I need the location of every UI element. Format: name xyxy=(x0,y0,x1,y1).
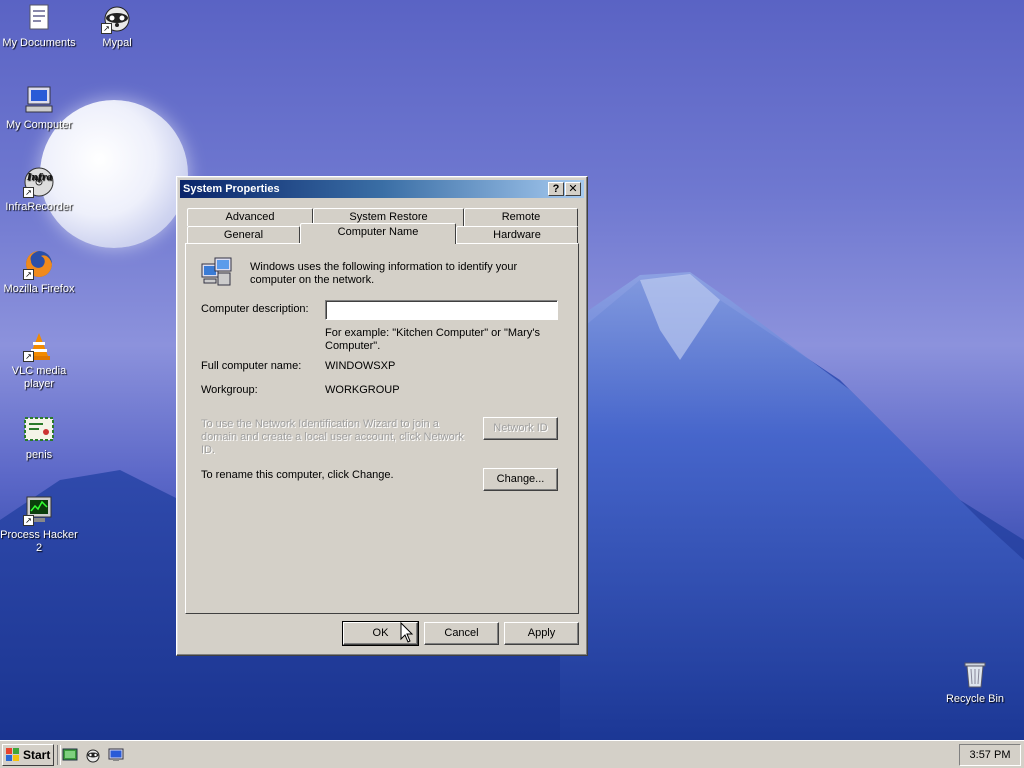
desktop-icon-my-computer[interactable]: My Computer xyxy=(0,84,78,132)
desktop-icon-recycle-bin[interactable]: Recycle Bin xyxy=(936,658,1014,706)
desktop-icon-label: VLC media player xyxy=(11,365,67,390)
shortcut-arrow-icon: ↗ xyxy=(23,351,34,362)
system-tray-clock[interactable]: 3:57 PM xyxy=(959,744,1021,766)
dialog-titlebar[interactable]: System Properties ? ✕ xyxy=(180,180,584,198)
full-name-label: Full computer name: xyxy=(201,360,302,372)
svg-text:Infra: Infra xyxy=(26,173,52,183)
desktop-icon-penis[interactable]: penis xyxy=(0,414,78,462)
shortcut-arrow-icon: ↗ xyxy=(101,23,112,34)
show-desktop-icon[interactable] xyxy=(62,747,78,763)
shortcut-arrow-icon: ↗ xyxy=(23,187,34,198)
my-documents-icon xyxy=(23,2,55,34)
tab-computer-name[interactable]: Computer Name xyxy=(300,223,456,244)
apply-button[interactable]: Apply xyxy=(504,622,579,645)
desktop-icon-mypal[interactable]: ↗ Mypal xyxy=(78,2,156,50)
mypal-icon[interactable] xyxy=(85,747,101,763)
shortcut-arrow-icon: ↗ xyxy=(23,515,34,526)
network-computers-icon xyxy=(200,256,234,288)
system-properties-dialog: System Properties ? ✕ Advanced System Re… xyxy=(176,176,588,656)
desktop-icon-process-hacker[interactable]: ↗ Process Hacker 2 xyxy=(0,494,78,555)
rename-text: To rename this computer, click Change. xyxy=(201,469,394,481)
desktop-icon-label: My Computer xyxy=(5,119,73,131)
windows-logo-icon xyxy=(6,748,19,761)
close-button[interactable]: ✕ xyxy=(565,182,581,196)
desktop-icon-label: Recycle Bin xyxy=(945,693,1005,705)
desktop-icon-label: Process Hacker 2 xyxy=(0,529,78,554)
start-label: Start xyxy=(23,748,51,762)
workgroup-label: Workgroup: xyxy=(201,384,258,396)
infrarecorder-icon: Infra ↗ xyxy=(23,166,55,198)
tab-advanced[interactable]: Advanced xyxy=(187,208,313,226)
desktop-icon-label: penis xyxy=(25,449,53,461)
vlc-icon: ↗ xyxy=(23,330,55,362)
full-name-value: WINDOWSXP xyxy=(325,360,396,372)
help-button[interactable]: ? xyxy=(548,182,564,196)
tab-remote[interactable]: Remote xyxy=(464,208,578,226)
certificate-file-icon xyxy=(23,414,55,446)
change-button[interactable]: Change... xyxy=(483,468,558,491)
network-id-text: To use the Network Identification Wizard… xyxy=(201,418,464,456)
taskbar: Start 3:57 PM xyxy=(0,740,1024,768)
desktop-icon-my-documents[interactable]: My Documents xyxy=(0,2,78,50)
start-button[interactable]: Start xyxy=(2,744,54,766)
workgroup-value: WORKGROUP xyxy=(325,384,400,396)
recycle-bin-icon xyxy=(959,658,991,690)
tab-general[interactable]: General xyxy=(187,226,300,244)
desktop-icon-label: My Documents xyxy=(2,37,76,49)
network-id-button[interactable]: Network ID xyxy=(483,417,558,440)
desktop-icon-label: InfraRecorder xyxy=(5,201,73,213)
mouse-cursor-icon xyxy=(400,622,414,643)
mypal-icon: ↗ xyxy=(101,2,133,34)
description-label: Computer description: xyxy=(201,303,309,315)
shortcut-arrow-icon: ↗ xyxy=(23,269,34,280)
dialog-title: System Properties xyxy=(183,183,280,195)
computer-description-field[interactable] xyxy=(325,300,558,320)
example-text: For example: "Kitchen Computer" or "Mary… xyxy=(325,327,540,352)
firefox-icon: ↗ xyxy=(23,248,55,280)
desktop-icon-vlc[interactable]: ↗ VLC media player xyxy=(0,330,78,391)
cancel-button[interactable]: Cancel xyxy=(424,622,499,645)
desktop-icon-infrarecorder[interactable]: Infra ↗ InfraRecorder xyxy=(0,166,78,214)
desktop-icon-firefox[interactable]: ↗ Mozilla Firefox xyxy=(0,248,78,296)
tab-hardware[interactable]: Hardware xyxy=(456,226,578,244)
computer-name-panel: Windows uses the following information t… xyxy=(185,243,579,614)
desktop-icon-label: Mozilla Firefox xyxy=(3,283,75,295)
desktop-icon-label: Mypal xyxy=(102,37,132,49)
taskbar-separator xyxy=(57,745,61,765)
my-computer-icon xyxy=(23,84,55,116)
intro-text: Windows uses the following information t… xyxy=(250,261,518,286)
desktop-icon[interactable] xyxy=(108,747,124,763)
process-hacker-icon: ↗ xyxy=(23,494,55,526)
